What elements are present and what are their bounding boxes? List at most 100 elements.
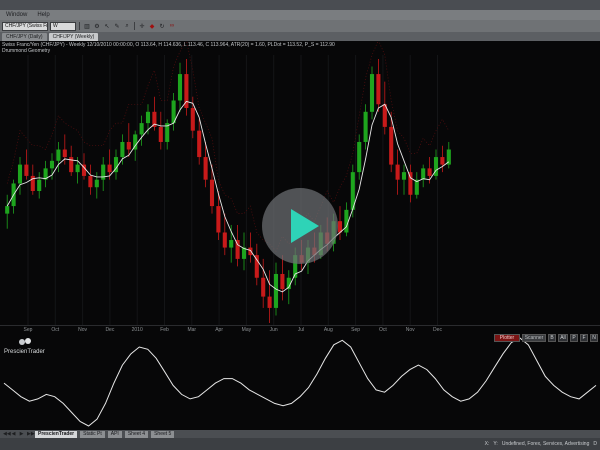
candle-body [261, 277, 266, 297]
candle-body [120, 141, 125, 158]
candle-body [280, 273, 285, 290]
tab-daily[interactable]: CHF/JPY (Daily) [2, 33, 47, 41]
candle-body [62, 149, 67, 158]
sheet-tab[interactable]: PrescienTrader [35, 430, 78, 438]
menu-bar: Window Help [0, 10, 600, 20]
candle-body [5, 206, 10, 214]
candle-body [222, 232, 227, 248]
all-button[interactable]: All [558, 334, 568, 342]
symbol-select[interactable]: CHF/JPY (Swiss Fr [2, 21, 48, 31]
candle-body [229, 240, 234, 248]
candle-body [158, 126, 163, 142]
candle-body [17, 164, 23, 184]
status-end: D [593, 441, 597, 447]
pointer-icon[interactable]: ↖ [103, 22, 111, 30]
status-label: Undefined, Forex, Services, Advertising [501, 441, 590, 447]
p-button[interactable]: P [570, 334, 578, 342]
candle-body [369, 74, 375, 112]
candle-body [190, 108, 195, 131]
oscillator-background [0, 332, 600, 430]
candle-body [344, 209, 349, 233]
candle-body [267, 296, 272, 308]
n-button[interactable]: N [590, 334, 598, 342]
candle-body [363, 111, 368, 142]
date-axis: Sep Oct Nov Dec 2010 Feb Mar Apr May Jun Jul Aug Sep… [0, 325, 600, 333]
candle-body [49, 160, 55, 169]
candle-body [101, 164, 106, 180]
logo-text: PrescienTrader [4, 349, 45, 355]
candle-body [357, 141, 362, 173]
candle-body [88, 175, 93, 188]
candle-body [37, 179, 42, 191]
toolbar-separator [134, 22, 135, 30]
menu-help[interactable]: Help [37, 12, 49, 18]
candle-body [254, 255, 259, 278]
sheet-bar: ◀◀ ◀ ▶ ▶▶ PrescienTrader Static Pt API S… [0, 430, 600, 438]
settings-icon[interactable]: ⚙ [93, 22, 101, 30]
sheet-prev-button[interactable]: ◀ [11, 431, 16, 437]
candle-body [94, 179, 99, 188]
candle-body [24, 164, 29, 176]
color-icon[interactable]: ◆ [148, 22, 156, 30]
candle-body [107, 164, 112, 173]
chart-info-line: Swiss Franc/Yen (CHF/JPY) - Weekly 12/10… [2, 42, 335, 48]
logo: PrescienTrader [4, 337, 54, 359]
candle-body [56, 149, 61, 161]
status-x: X: [484, 441, 490, 447]
candle-body [376, 74, 381, 105]
candle-body [395, 164, 400, 180]
candle-body [177, 74, 183, 101]
candle-body [126, 141, 131, 150]
sheet-next-button[interactable]: ▶ [19, 431, 24, 437]
study-name: Drummond Geometry [2, 48, 51, 54]
plotter-button[interactable]: Plotter [494, 334, 520, 342]
logo-mark-icon [19, 338, 31, 345]
link-icon[interactable]: ∞ [168, 22, 176, 30]
candle-body [209, 179, 215, 207]
candle-body [248, 247, 253, 256]
zoom-icon[interactable]: ⌕ [123, 22, 131, 30]
candle-body [139, 123, 144, 135]
candle-body [197, 130, 202, 158]
sheet-tab[interactable]: Sheet 5 [151, 430, 175, 438]
candle-body [427, 168, 432, 176]
candle-body [203, 157, 208, 180]
oscillator-panel[interactable] [0, 332, 600, 430]
candle-body [408, 172, 413, 195]
sheet-last-button[interactable]: ▶▶ [27, 431, 35, 437]
video-play-button[interactable] [262, 188, 338, 264]
f-button[interactable]: F [580, 334, 588, 342]
interval-select[interactable]: W [50, 21, 76, 31]
panel-buttons: Plotter Scanner B All P F N [494, 334, 598, 342]
candle-body [389, 126, 394, 165]
candle-body [216, 206, 221, 233]
candle-body [235, 240, 240, 259]
candle-body [273, 273, 279, 308]
menu-window[interactable]: Window [6, 12, 27, 18]
candle-body [75, 164, 80, 173]
b-button[interactable]: B [548, 334, 556, 342]
sheet-tab[interactable]: API [107, 430, 122, 438]
candle-body [440, 157, 445, 165]
chart-icon[interactable]: ▥ [83, 22, 91, 30]
price-chart[interactable] [0, 41, 600, 325]
sheet-first-button[interactable]: ◀◀ [3, 431, 11, 437]
candle-body [401, 172, 407, 180]
play-icon [291, 209, 319, 243]
toolbar-separator [79, 22, 80, 30]
chart-header: Swiss Franc/Yen (CHF/JPY) - Weekly 12/10… [2, 42, 335, 54]
sheet-tab[interactable]: Sheet 4 [124, 430, 149, 438]
crosshair-icon[interactable]: ✛ [138, 22, 146, 30]
candle-body [145, 111, 151, 124]
status-bar: X: Y: Undefined, Forex, Services, Advert… [0, 438, 600, 450]
trading-app-window: Window Help CHF/JPY (Swiss Fr W ▥ ⚙ ↖ ✎ … [0, 0, 600, 450]
sheet-tab[interactable]: Static Pt [80, 430, 105, 438]
tab-weekly[interactable]: CHF/JPY (Weekly) [48, 33, 99, 41]
refresh-icon[interactable]: ↻ [158, 22, 166, 30]
title-bar [0, 0, 600, 10]
drawing-icon[interactable]: ✎ [113, 22, 121, 30]
candle-body [421, 168, 426, 180]
toolbar: CHF/JPY (Swiss Fr W ▥ ⚙ ↖ ✎ ⌕ ✛ ◆ ↻ ∞ [0, 20, 600, 32]
scanner-button[interactable]: Scanner [522, 334, 546, 342]
status-y: Y: [493, 441, 498, 447]
